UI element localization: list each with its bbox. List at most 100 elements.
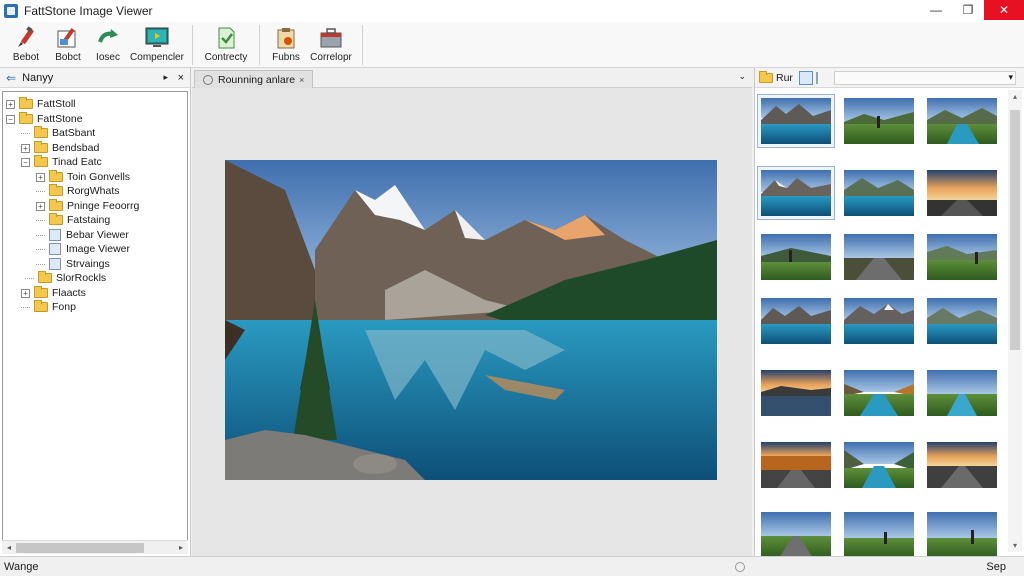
toolbar-button-bobct[interactable]: Bobсt xyxy=(48,22,88,63)
thumbnail-river[interactable] xyxy=(927,370,997,416)
file-icon xyxy=(49,243,61,255)
folder-icon xyxy=(19,97,33,109)
toolbar-button-fubns[interactable]: Fubns xyxy=(266,22,306,63)
thumbnail-mountain-lake[interactable] xyxy=(927,298,997,344)
folder-icon xyxy=(49,213,63,225)
folder-icon xyxy=(49,184,63,196)
toolbar-button-iosec[interactable]: Iosec xyxy=(88,22,128,63)
thumbnail-field[interactable] xyxy=(844,512,914,558)
edit-pen-icon xyxy=(18,26,34,47)
tree-item[interactable]: RorgWhats xyxy=(36,184,120,198)
toolbar-button-contrecty[interactable]: Contrecty xyxy=(199,22,253,63)
folder-panel-header: ⇐ Nanyy ▸ × xyxy=(0,68,190,88)
tree-item[interactable]: + Flaacts xyxy=(21,286,86,300)
thumbnail-road[interactable] xyxy=(927,442,997,488)
folder-icon xyxy=(34,141,48,153)
tree-item[interactable]: SlorRockls xyxy=(25,271,106,285)
close-button[interactable]: ✕ xyxy=(984,0,1024,20)
maximize-button[interactable]: ❐ xyxy=(952,0,984,20)
expand-toggle-icon[interactable]: − xyxy=(6,114,15,124)
expand-toggle-icon[interactable]: + xyxy=(36,201,45,211)
viewer-tab-bar: Rounning anlare × ⌄ xyxy=(192,68,752,88)
expand-toggle-icon[interactable]: + xyxy=(6,99,15,109)
thumbnail-sunset-road[interactable] xyxy=(927,170,997,216)
toolbar-separator xyxy=(192,25,193,65)
thumbnail-field[interactable] xyxy=(761,234,831,280)
thumbnail-mountain-lake[interactable] xyxy=(844,170,914,216)
scroll-up-icon[interactable]: ▴ xyxy=(1008,92,1022,101)
tree-item[interactable]: BatSbant xyxy=(21,126,95,140)
toolbar: Bebot Bobсt Iosec Compencler Contrecty F… xyxy=(0,22,1024,68)
document-icon xyxy=(218,27,235,49)
thumbnail-lake[interactable] xyxy=(757,94,835,148)
thumbnail-lake[interactable] xyxy=(761,298,831,344)
rotate-arrow-icon xyxy=(98,29,118,43)
view-mode-icon[interactable] xyxy=(798,70,813,85)
tree-item[interactable]: Image Viewer xyxy=(36,242,130,256)
tree-item[interactable]: Fatstaing xyxy=(36,213,110,227)
folder-icon xyxy=(34,155,48,167)
folder-panel-title: Nanyy xyxy=(22,71,54,84)
status-right-text: Sep xyxy=(986,560,1006,573)
toolbox-icon xyxy=(320,28,342,48)
vertical-scrollbar[interactable]: ▴ ▾ xyxy=(1008,90,1022,552)
scroll-left-icon[interactable]: ◂ xyxy=(2,543,16,552)
thumbnail-river[interactable] xyxy=(927,98,997,144)
viewer-tab[interactable]: Rounning anlare × xyxy=(194,70,314,88)
scroll-down-icon[interactable]: ▾ xyxy=(1008,541,1022,550)
toolbar-separator xyxy=(362,25,363,65)
tab-close-icon[interactable]: × xyxy=(299,75,304,85)
expand-toggle-icon[interactable]: + xyxy=(21,288,30,298)
tab-menu-icon[interactable]: ⌄ xyxy=(738,71,746,82)
thumbnail-field[interactable] xyxy=(927,234,997,280)
thumbnail-sunset-lake[interactable] xyxy=(761,370,831,416)
toolbar-button-correlopr[interactable]: Correlopr xyxy=(306,22,356,63)
thumbnail-field[interactable] xyxy=(927,512,997,558)
expand-toggle-icon[interactable]: + xyxy=(21,143,30,153)
tree-item[interactable]: + Bendsbad xyxy=(21,141,99,155)
tree-item[interactable]: + FattStoll xyxy=(6,97,76,111)
app-logo-icon xyxy=(4,4,18,18)
scroll-thumb[interactable] xyxy=(16,542,144,553)
thumbnail-road[interactable] xyxy=(761,512,831,558)
toolbar-button-bebot[interactable]: Bebot xyxy=(4,22,48,63)
tree-item[interactable]: − Tinad Eatc xyxy=(21,155,102,169)
pin-icon[interactable]: ▸ xyxy=(163,72,168,83)
panel-close-icon[interactable]: × xyxy=(178,72,184,84)
folder-icon xyxy=(19,112,33,124)
thumbnail-field[interactable] xyxy=(844,98,914,144)
sort-icon[interactable] xyxy=(815,71,826,84)
expand-toggle-icon[interactable]: − xyxy=(21,157,30,167)
toolbar-button-compencler[interactable]: Compencler xyxy=(128,22,186,63)
tree-item[interactable]: + Pninge Feoorrg xyxy=(36,199,139,213)
thumbnail-mountain-river[interactable] xyxy=(844,442,914,488)
file-icon xyxy=(49,258,61,270)
tree-item[interactable]: + Toin Gonvells xyxy=(36,170,130,184)
minimize-button[interactable]: — xyxy=(920,0,952,20)
horizontal-scrollbar[interactable]: ◂ ▸ xyxy=(2,540,188,554)
thumbnail-lake[interactable] xyxy=(844,298,914,344)
tree-item[interactable]: Bebar Viewer xyxy=(36,228,129,242)
folder-icon xyxy=(34,300,48,312)
tree-item[interactable]: Fonp xyxy=(21,300,76,314)
thumbnail-autumn-road[interactable] xyxy=(761,442,831,488)
folder-icon[interactable] xyxy=(759,70,773,83)
folder-icon xyxy=(38,271,52,283)
folder-tree: + FattStoll − FattStone BatSbant + Bends… xyxy=(2,91,188,541)
main-image[interactable] xyxy=(225,160,717,480)
thumbnail-river[interactable] xyxy=(844,370,914,416)
status-bar: Wange Sep xyxy=(0,556,1024,576)
path-dropdown[interactable]: ▾ xyxy=(833,70,1016,85)
scroll-thumb[interactable] xyxy=(1010,110,1020,350)
toolbar-separator xyxy=(259,25,260,65)
monitor-icon xyxy=(145,27,169,47)
tree-item[interactable]: Strvaings xyxy=(36,257,110,271)
thumbnail-folder-label: Rur xyxy=(776,71,793,84)
back-arrow-icon[interactable]: ⇐ xyxy=(6,71,16,85)
expand-toggle-icon[interactable]: + xyxy=(36,172,45,182)
tree-item[interactable]: − FattStone xyxy=(6,112,83,126)
thumbnail-lake[interactable] xyxy=(757,166,835,220)
folder-icon xyxy=(34,126,48,138)
scroll-right-icon[interactable]: ▸ xyxy=(174,543,188,552)
thumbnail-road[interactable] xyxy=(844,234,914,280)
